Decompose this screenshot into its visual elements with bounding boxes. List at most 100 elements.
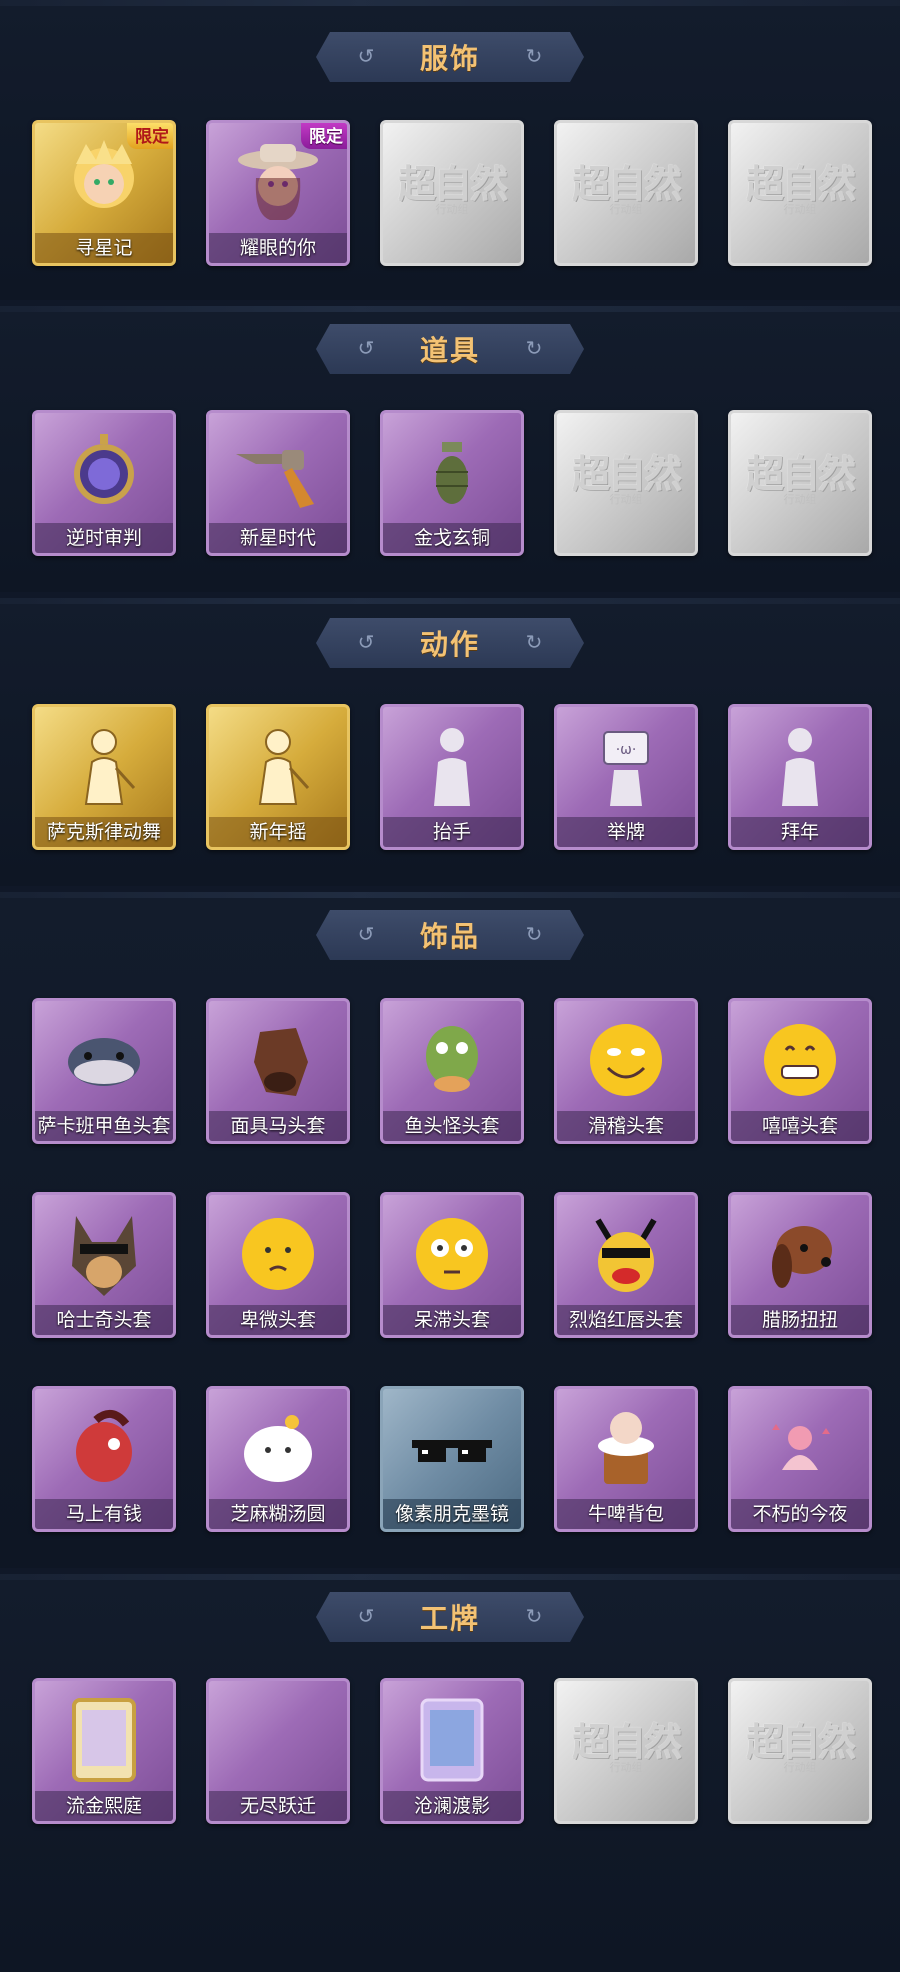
- item-art: [557, 1397, 695, 1495]
- item-label: 逆时审判: [35, 523, 173, 553]
- horse-head-mask-icon: [254, 1028, 308, 1096]
- item-art: [383, 1397, 521, 1495]
- item-art: [35, 715, 173, 813]
- item-card[interactable]: ·ω· 举牌: [554, 704, 698, 850]
- locked-item-card[interactable]: 超自然 行动组: [728, 410, 872, 556]
- limited-badge: 限定: [127, 123, 173, 149]
- funny-face-mask-icon: [590, 1024, 662, 1096]
- item-card[interactable]: 面具马头套: [206, 998, 350, 1144]
- item-art: [731, 1397, 869, 1495]
- item-card[interactable]: 无尽跃迁: [206, 1678, 350, 1824]
- locked-item-card[interactable]: 超自然 行动组: [728, 1678, 872, 1824]
- locked-logo-subtext: 行动组: [783, 203, 817, 216]
- section-title: 饰品: [419, 920, 480, 953]
- greeting-bow-icon: [782, 728, 818, 806]
- item-card[interactable]: 烈焰红唇头套: [554, 1192, 698, 1338]
- locked-item-card[interactable]: 超自然 行动组: [380, 120, 524, 266]
- item-card[interactable]: 耀眼的你 限定: [206, 120, 350, 266]
- swirl-right-icon: ↻: [525, 630, 543, 654]
- item-card[interactable]: 抬手: [380, 704, 524, 850]
- item-label: 呆滞头套: [383, 1305, 521, 1335]
- item-art: [209, 421, 347, 519]
- pink-cat-ornament-icon: [772, 1424, 830, 1470]
- item-card[interactable]: 沧澜渡影: [380, 1678, 524, 1824]
- locked-item-card[interactable]: 超自然 行动组: [554, 1678, 698, 1824]
- item-card[interactable]: 萨卡班甲鱼头套: [32, 998, 176, 1144]
- item-label: 金戈玄铜: [383, 523, 521, 553]
- item-label: 拜年: [731, 817, 869, 847]
- locked-logo-subtext: 行动组: [435, 203, 469, 216]
- new-year-shake-icon: [258, 729, 310, 805]
- item-card[interactable]: 像素朋克墨镜: [380, 1386, 524, 1532]
- item-label: 沧澜渡影: [383, 1791, 521, 1821]
- husky-mask-icon: [72, 1216, 136, 1296]
- item-art: ·ω·: [557, 715, 695, 813]
- pixel-sunglasses-icon: [412, 1440, 492, 1462]
- item-label: 流金熙庭: [35, 1791, 173, 1821]
- locked-logo-text: 超自然: [397, 160, 508, 206]
- locked-logo-text: 超自然: [571, 1718, 682, 1764]
- locked-logo-subtext: 行动组: [609, 1761, 643, 1774]
- section-header: ↺ 饰品 ↻: [316, 910, 584, 960]
- swirl-right-icon: ↻: [525, 336, 543, 360]
- item-card[interactable]: 寻星记 限定: [32, 120, 176, 266]
- item-label: 面具马头套: [209, 1111, 347, 1141]
- locked-item-card[interactable]: 超自然 行动组: [728, 120, 872, 266]
- item-card[interactable]: 流金熙庭: [32, 1678, 176, 1824]
- item-art: [383, 1689, 521, 1787]
- section-header: ↺ 动作 ↻: [316, 618, 584, 668]
- item-label: 牛啤背包: [557, 1499, 695, 1529]
- item-card[interactable]: 金戈玄铜: [380, 410, 524, 556]
- swirl-right-icon: ↻: [525, 44, 543, 68]
- hold-sign-icon: ·ω·: [603, 731, 649, 806]
- locked-logo-text: 超自然: [571, 450, 682, 496]
- item-card[interactable]: 马上有钱: [32, 1386, 176, 1532]
- locked-item-card[interactable]: 超自然 行动组: [554, 120, 698, 266]
- locked-logo-text: 超自然: [745, 450, 856, 496]
- item-card[interactable]: 哈士奇头套: [32, 1192, 176, 1338]
- item-art: [731, 715, 869, 813]
- item-card[interactable]: 腊肠扭扭: [728, 1192, 872, 1338]
- rice-ball-mask-icon: [244, 1415, 312, 1482]
- item-card[interactable]: 新年摇: [206, 704, 350, 850]
- fish-head-mask-icon: [68, 1038, 140, 1086]
- swirl-left-icon: ↺: [357, 1604, 375, 1628]
- item-art: [731, 1203, 869, 1301]
- item-label: 鱼头怪头套: [383, 1111, 521, 1141]
- item-card[interactable]: 牛啤背包: [554, 1386, 698, 1532]
- dachshund-mask-icon: [772, 1226, 832, 1288]
- item-card[interactable]: 滑稽头套: [554, 998, 698, 1144]
- item-card[interactable]: 拜年: [728, 704, 872, 850]
- item-art: [731, 1009, 869, 1107]
- locked-item-card[interactable]: 超自然 行动组: [554, 410, 698, 556]
- item-art: [557, 1009, 695, 1107]
- red-horse-mask-icon: [76, 1410, 132, 1482]
- item-label: 无尽跃迁: [209, 1791, 347, 1821]
- item-label: 哈士奇头套: [35, 1305, 173, 1335]
- item-card[interactable]: 不朽的今夜: [728, 1386, 872, 1532]
- item-label: 萨克斯律动舞: [35, 817, 173, 847]
- item-card[interactable]: 嘻嘻头套: [728, 998, 872, 1144]
- blue-badge-card-icon: [420, 1698, 484, 1782]
- raise-hand-icon: [434, 728, 470, 806]
- item-card[interactable]: 卑微头套: [206, 1192, 350, 1338]
- locked-logo-subtext: 行动组: [783, 493, 817, 506]
- locked-logo-text: 超自然: [745, 160, 856, 206]
- item-card[interactable]: 芝麻糊汤圆: [206, 1386, 350, 1532]
- swirl-left-icon: ↺: [357, 630, 375, 654]
- item-card[interactable]: 逆时审判: [32, 410, 176, 556]
- item-label: 像素朋克墨镜: [383, 1499, 521, 1529]
- item-label: 举牌: [557, 817, 695, 847]
- empty-badge-card-icon: [230, 1692, 326, 1784]
- item-art: [209, 1689, 347, 1787]
- item-card[interactable]: 新星时代: [206, 410, 350, 556]
- section-title: 动作: [419, 628, 480, 661]
- section-header: ↺ 服饰 ↻: [316, 32, 584, 82]
- item-card[interactable]: 鱼头怪头套: [380, 998, 524, 1144]
- item-art: [557, 1203, 695, 1301]
- item-card[interactable]: 萨克斯律动舞: [32, 704, 176, 850]
- green-fish-mask-icon: [426, 1026, 478, 1092]
- item-label: 烈焰红唇头套: [557, 1305, 695, 1335]
- item-card[interactable]: 呆滞头套: [380, 1192, 524, 1338]
- section-title: 道具: [419, 334, 480, 367]
